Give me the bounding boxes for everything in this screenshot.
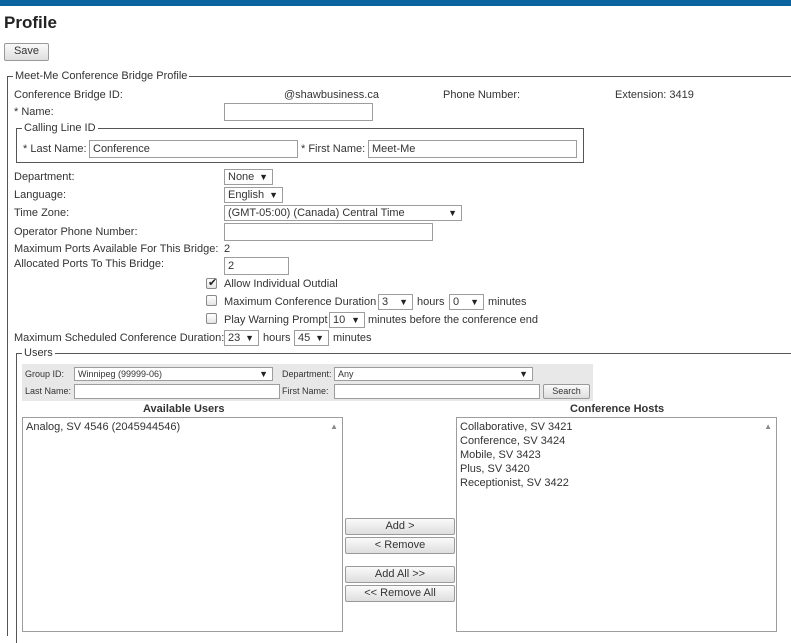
list-item[interactable]: Conference, SV 3424 [460, 434, 773, 448]
first-name-label: * First Name: [301, 143, 366, 155]
timezone-value: (GMT-05:00) (Canada) Central Time [228, 207, 405, 219]
minutes-label: minutes [488, 296, 527, 308]
max-duration-checkbox[interactable] [206, 295, 217, 306]
add-all-button[interactable]: Add All >> [345, 566, 455, 583]
chevron-down-icon: ▼ [259, 369, 268, 379]
warning-minutes-select[interactable]: 10 ▼ [329, 312, 365, 328]
scheduled-duration-label: Maximum Scheduled Conference Duration: [14, 332, 225, 344]
remove-button[interactable]: < Remove [345, 537, 455, 554]
list-item[interactable]: Mobile, SV 3423 [460, 448, 773, 462]
scheduled-hours-label: hours [263, 332, 291, 344]
users-legend: Users [22, 347, 55, 359]
chevron-down-icon: ▼ [519, 369, 528, 379]
list-item[interactable]: Plus, SV 3420 [460, 462, 773, 476]
list-item[interactable]: Receptionist, SV 3422 [460, 476, 773, 490]
available-users-list[interactable]: Analog, SV 4546 (2045944546) ▲ [22, 417, 343, 632]
allocated-label: Allocated Ports To This Bridge: [14, 258, 165, 270]
users-last-name-input[interactable] [74, 384, 280, 399]
extension-text: Extension: 3419 [615, 89, 694, 101]
users-department-value: Any [338, 369, 354, 379]
timezone-label: Time Zone: [14, 207, 70, 219]
language-select[interactable]: English ▼ [224, 187, 283, 203]
last-name-label: * Last Name: [23, 143, 87, 155]
chevron-down-icon: ▼ [351, 315, 360, 325]
remove-all-button[interactable]: << Remove All [345, 585, 455, 602]
allocated-input[interactable]: 2 [224, 257, 289, 275]
hours-label: hours [417, 296, 445, 308]
conference-hosts-list[interactable]: Collaborative, SV 3421 Conference, SV 34… [456, 417, 777, 632]
timezone-select[interactable]: (GMT-05:00) (Canada) Central Time ▼ [224, 205, 462, 221]
max-ports-label: Maximum Ports Available For This Bridge: [14, 243, 219, 255]
scheduled-hours-value: 23 [228, 332, 241, 344]
language-value: English [228, 189, 265, 201]
department-select[interactable]: None ▼ [224, 169, 273, 185]
chevron-down-icon: ▼ [470, 297, 479, 307]
users-department-label: Department: [282, 369, 332, 379]
users-last-name-label: Last Name: [25, 386, 72, 396]
max-duration-hours-value: 3 [382, 296, 389, 308]
page-title: Profile [4, 13, 57, 32]
check-icon: ✔ [208, 277, 218, 289]
chevron-down-icon: ▼ [448, 208, 457, 218]
scheduled-hours-select[interactable]: 23 ▼ [224, 330, 259, 346]
group-id-label: Group ID: [25, 369, 65, 379]
top-accent-bar [0, 0, 791, 6]
scheduled-minutes-select[interactable]: 45 ▼ [294, 330, 329, 346]
name-label: * Name: [14, 106, 54, 118]
max-ports-value: 2 [224, 243, 231, 255]
warning-prompt-label: Play Warning Prompt [224, 314, 328, 326]
scroll-up-arrow-icon[interactable]: ▲ [330, 422, 338, 431]
first-name-input[interactable]: Meet-Me [368, 140, 577, 158]
add-button[interactable]: Add > [345, 518, 455, 535]
warning-minutes-value: 10 [333, 314, 346, 326]
scheduled-minutes-value: 45 [298, 332, 311, 344]
warning-prompt-checkbox[interactable] [206, 313, 217, 324]
chevron-down-icon: ▼ [259, 172, 268, 182]
warning-suffix: minutes before the conference end [368, 314, 539, 326]
scroll-up-arrow-icon[interactable]: ▲ [764, 422, 772, 431]
group-id-select[interactable]: Winnipeg (99999-06) ▼ [74, 367, 273, 381]
profile-legend: Meet-Me Conference Bridge Profile [13, 70, 190, 82]
max-duration-label: Maximum Conference Duration [224, 296, 377, 308]
name-input[interactable] [224, 103, 373, 121]
operator-label: Operator Phone Number: [14, 226, 138, 238]
users-first-name-input[interactable] [334, 384, 540, 399]
operator-input[interactable] [224, 223, 433, 241]
bridge-id-domain: @shawbusiness.ca [284, 89, 379, 101]
bridge-id-label: Conference Bridge ID: [14, 89, 123, 101]
last-name-input[interactable]: Conference [89, 140, 298, 158]
allow-outdial-checkbox[interactable]: ✔ [206, 277, 218, 289]
max-duration-minutes-select[interactable]: 0 ▼ [449, 294, 484, 310]
conference-hosts-header: Conference Hosts [570, 403, 665, 415]
scheduled-minutes-label: minutes [333, 332, 372, 344]
save-button[interactable]: Save [4, 43, 49, 61]
chevron-down-icon: ▼ [399, 297, 408, 307]
chevron-down-icon: ▼ [269, 190, 278, 200]
users-first-name-label: First Name: [282, 386, 329, 396]
allow-outdial-label: Allow Individual Outdial [224, 278, 338, 290]
max-duration-hours-select[interactable]: 3 ▼ [378, 294, 413, 310]
search-button[interactable]: Search [543, 384, 590, 399]
department-value: None [228, 171, 255, 183]
list-item[interactable]: Collaborative, SV 3421 [460, 420, 773, 434]
calling-line-legend: Calling Line ID [22, 122, 98, 134]
max-duration-minutes-value: 0 [453, 296, 460, 308]
language-label: Language: [14, 189, 66, 201]
available-users-header: Available Users [143, 403, 225, 415]
phone-number-label: Phone Number: [443, 89, 521, 101]
chevron-down-icon: ▼ [315, 333, 324, 343]
users-department-select[interactable]: Any ▼ [334, 367, 533, 381]
list-item[interactable]: Analog, SV 4546 (2045944546) [26, 420, 339, 434]
chevron-down-icon: ▼ [245, 333, 254, 343]
department-label: Department: [14, 171, 75, 183]
group-id-value: Winnipeg (99999-06) [78, 369, 163, 379]
